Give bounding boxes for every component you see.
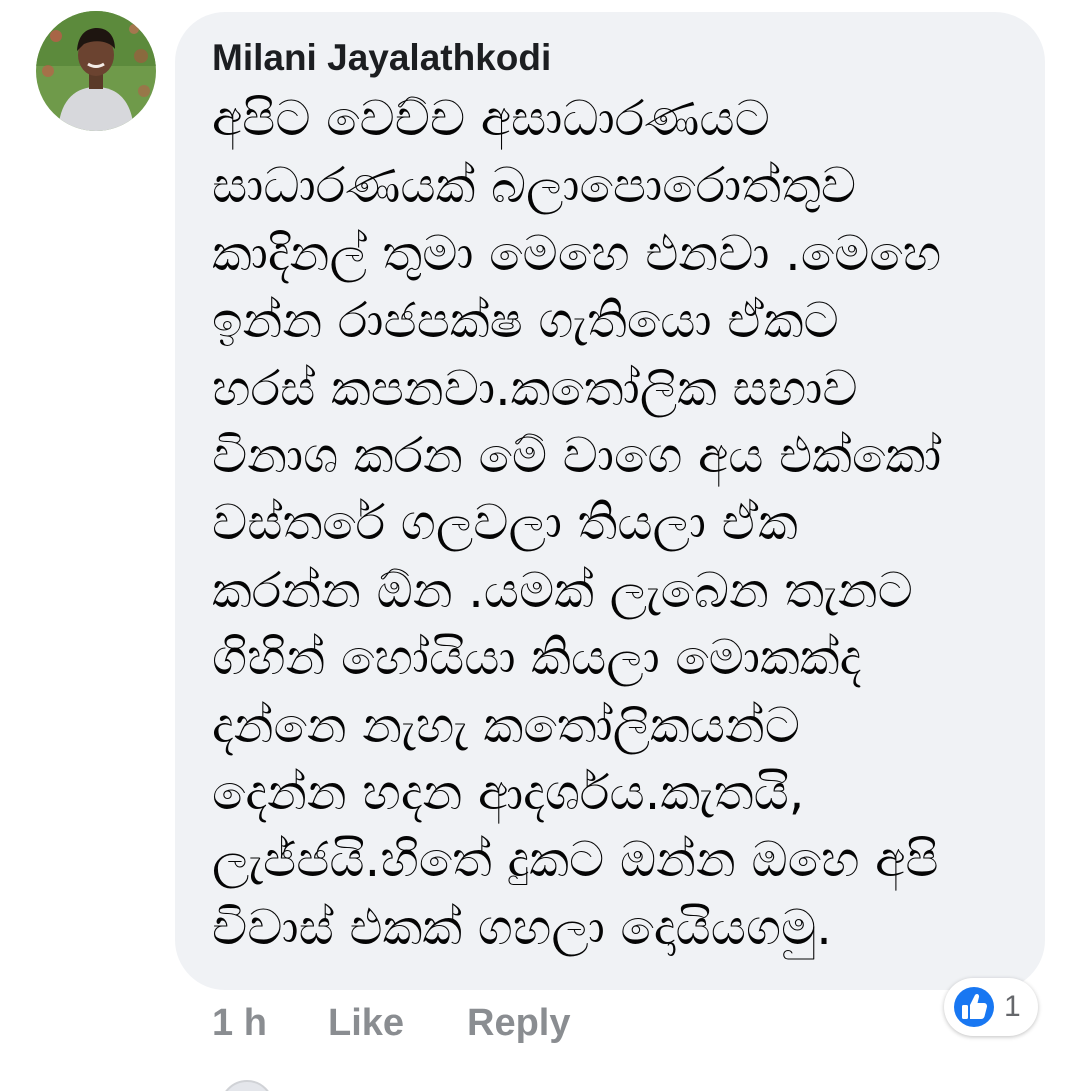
like-icon xyxy=(950,983,998,1031)
comment-line: දෙන්න හදන ආදර්ශය.කැතයි, xyxy=(212,763,805,821)
avatar[interactable] xyxy=(36,11,156,131)
reaction-count: 1 xyxy=(1004,990,1021,1023)
like-button[interactable]: Like xyxy=(328,995,404,1051)
avatar-photo xyxy=(36,11,156,131)
comment-line: විනාශ කරන මේ වාගෙ අය එක්කෝ xyxy=(212,426,942,484)
comment-line: ලැජ්ජයි.හිතේ දුකට ඔන්න ඔහෙ අපි xyxy=(212,831,939,889)
reply-button[interactable]: Reply xyxy=(467,995,570,1051)
comment-text: අපිට වෙච්ච අසාධාරණයට සාධාරණයක් බලාපොරොත්… xyxy=(212,85,1022,961)
comment-line: වස්තරේ ගලවලා තියලා ඒක xyxy=(212,494,798,552)
comment-timestamp[interactable]: 1 h xyxy=(212,995,267,1051)
comment-line: කරන්න ඕන .යමක් ලැබෙන තැනට xyxy=(212,561,913,619)
comment-line: ගිහින් හෝයියා කියලා මොකක්ද xyxy=(212,629,862,687)
comment-line: චිවාස් එකක් ගහලා දොයියගමු. xyxy=(212,898,832,956)
comment-author-name[interactable]: Milani Jayalathkodi xyxy=(212,30,551,86)
comment-line: ඉන්න රාජපක්ෂ ගැතියො ඒකට xyxy=(212,292,839,350)
comment-thread: Milani Jayalathkodi අපිට වෙච්ච අසාධාරණයට… xyxy=(0,0,1080,1091)
comment-line: සාධාරණයක් බලාපොරොත්තුව xyxy=(212,157,857,215)
reaction-summary[interactable]: 1 xyxy=(944,978,1038,1036)
next-comment-avatar[interactable] xyxy=(220,1080,274,1091)
comment-line: හරස් කපනවා.කතෝලික සභාව xyxy=(212,359,858,417)
comment-line: කාදිනල් තුමා මෙහෙ එනවා .මෙහෙ xyxy=(212,224,942,282)
comment-line: දන්නෙ නැහැ කතෝලිකයන්ට xyxy=(212,696,801,754)
comment-line: අපිට වෙච්ච අසාධාරණයට xyxy=(212,90,770,147)
